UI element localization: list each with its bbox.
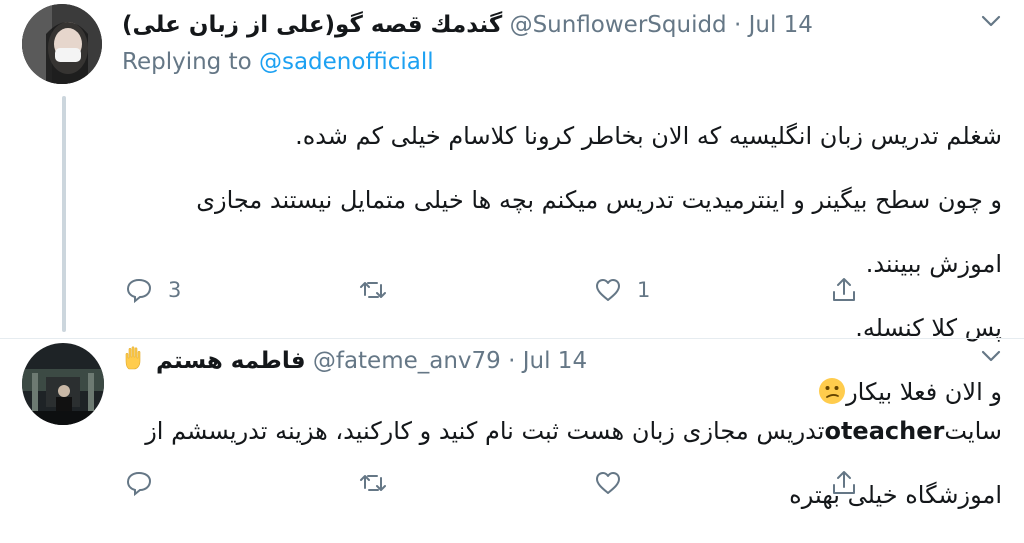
chevron-down-icon[interactable] xyxy=(980,349,1002,363)
timestamp[interactable]: Jul 14 xyxy=(749,12,813,38)
tweet-line: سایتoteacherتدریس مجازی زبان هست ثبت نام… xyxy=(122,415,1002,447)
heart-icon xyxy=(596,279,620,301)
avatar-photo-icon xyxy=(22,4,102,84)
handle[interactable]: @fateme_anv79 xyxy=(313,348,501,374)
timestamp[interactable]: Jul 14 xyxy=(523,348,587,374)
like-button[interactable] xyxy=(593,465,623,501)
reply-button[interactable] xyxy=(124,465,154,501)
share-icon xyxy=(833,278,855,301)
share-button[interactable] xyxy=(829,272,859,308)
display-name[interactable]: گندمك قصه گو(علی از زبان علی) xyxy=(122,12,502,38)
reply-count: 3 xyxy=(168,278,182,302)
heart-icon xyxy=(596,472,620,494)
reply-button[interactable]: 3 xyxy=(124,272,181,308)
tweet-header: فاطمه هستم @fateme_anv79 · Jul 14 xyxy=(122,345,587,376)
replying-to: Replying to @sadenofficiall xyxy=(122,49,434,75)
raised-hand-icon xyxy=(125,346,141,370)
tweet-header: گندمك قصه گو(علی از زبان علی) @Sunflower… xyxy=(122,10,813,40)
reply-icon xyxy=(126,471,152,497)
like-button[interactable]: 1 xyxy=(593,272,650,308)
avatar[interactable] xyxy=(22,4,102,84)
action-bar xyxy=(0,465,1024,501)
share-button[interactable] xyxy=(829,465,859,501)
display-name-text: فاطمه هستم xyxy=(156,348,306,374)
avatar[interactable] xyxy=(22,343,104,425)
bold-word: oteacher xyxy=(824,417,945,445)
tweet-text: سایتoteacherتدریس مجازی زبان هست ثبت نام… xyxy=(122,383,1002,543)
tweet-reply[interactable]: فاطمه هستم @fateme_anv79 · Jul 14 سایتot… xyxy=(0,338,1024,510)
retweet-button[interactable] xyxy=(358,465,388,501)
tweet-line: شغلم تدریس زبان انگلیسیه که الان بخاطر ک… xyxy=(295,122,1002,150)
share-icon xyxy=(833,471,855,494)
retweet-icon xyxy=(360,282,386,298)
line-rest: تدریس مجازی زبان هست ثبت نام کنید و کارک… xyxy=(145,417,825,445)
handle[interactable]: @SunflowerSquidd xyxy=(510,12,727,38)
avatar-photo-icon xyxy=(22,343,104,425)
chevron-down-icon[interactable] xyxy=(980,14,1002,28)
retweet-icon xyxy=(360,475,386,491)
like-count: 1 xyxy=(637,278,651,302)
tweet-line: و چون سطح بیگینر و اینترمیدیت تدریس میکن… xyxy=(196,186,1002,214)
tweet-original[interactable]: گندمك قصه گو(علی از زبان علی) @Sunflower… xyxy=(0,0,1024,406)
reply-icon xyxy=(126,278,152,304)
action-bar: 3 1 xyxy=(0,272,1024,308)
replying-mention[interactable]: @sadenofficiall xyxy=(259,49,434,75)
replying-prefix: Replying to xyxy=(122,49,252,75)
separator: · xyxy=(508,348,516,374)
display-name[interactable]: فاطمه هستم xyxy=(122,346,306,374)
site-word: سایت xyxy=(944,417,1002,445)
retweet-button[interactable] xyxy=(358,272,402,308)
separator: · xyxy=(733,12,742,38)
